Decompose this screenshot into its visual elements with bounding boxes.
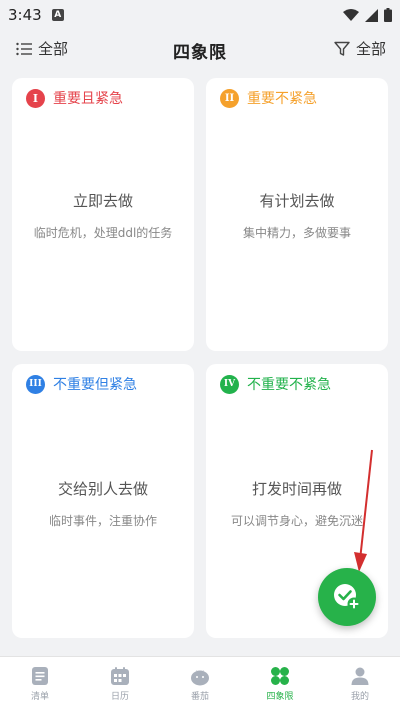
nav-item-tomato[interactable]: 番茄 (160, 657, 240, 710)
tomato-icon (191, 669, 209, 685)
check-add-icon (334, 584, 361, 611)
signal-icon (365, 8, 378, 22)
app-notification-icon: A (51, 9, 64, 21)
list-filter-label: 全部 (38, 40, 69, 58)
nav-item-profile[interactable]: 我的 (320, 657, 400, 710)
list-icon (32, 666, 48, 685)
quadrant-hint: 临时危机，处理ddl的任务 (33, 226, 173, 240)
quadrant-header: II 重要不紧急 (220, 88, 317, 108)
filter-button[interactable]: 全部 (334, 38, 386, 59)
status-time: 3:43 (8, 6, 42, 24)
roman-numeral-badge: IV (220, 374, 239, 394)
nav-item-four-quadrant[interactable]: 四象限 (240, 657, 320, 710)
quadrant-action: 交给别人去做 (57, 480, 148, 498)
status-icons (343, 8, 392, 22)
quadrant-header: I 重要且紧急 (26, 88, 123, 108)
nav-label: 我的 (350, 691, 369, 702)
quadrant-hint: 临时事件，注重协作 (48, 514, 157, 528)
quadrant-title: 重要不紧急 (247, 91, 317, 107)
annotation-arrow (354, 449, 373, 572)
list-menu-icon (16, 42, 32, 55)
status-bar: 3:43 A (0, 0, 400, 30)
wifi-icon (343, 8, 359, 21)
roman-numeral-badge: I (26, 88, 45, 108)
list-filter-button[interactable]: 全部 (16, 38, 68, 59)
quadrant-not-important-urgent[interactable]: III 不重要但紧急 交给别人去做 临时事件，注重协作 (12, 364, 194, 638)
nav-label: 番茄 (190, 691, 209, 702)
quadrant-action: 有计划去做 (259, 192, 335, 210)
nav-label: 清单 (30, 691, 49, 702)
quadrant-title: 不重要不紧急 (247, 377, 331, 393)
roman-numeral-badge: III (26, 374, 45, 394)
filter-icon (334, 41, 350, 56)
bottom-navigation: 清单 日历 番茄 四象限 我的 (0, 656, 400, 710)
add-task-button[interactable] (318, 568, 376, 626)
quadrant-header: IV 不重要不紧急 (220, 374, 331, 394)
quadrant-action: 立即去做 (72, 192, 133, 210)
roman-numeral-badge: II (220, 88, 239, 108)
quadrant-header: III 不重要但紧急 (26, 374, 137, 394)
nav-label: 四象限 (266, 691, 294, 702)
calendar-icon (111, 666, 129, 685)
nav-item-list[interactable]: 清单 (0, 657, 80, 710)
quadrant-title: 不重要但紧急 (53, 377, 137, 393)
page-title: 四象限 (173, 42, 227, 63)
battery-icon (384, 8, 392, 22)
quadrant-hint: 集中精力，多做要事 (242, 226, 351, 240)
quadrant-important-not-urgent[interactable]: II 重要不紧急 有计划去做 集中精力，多做要事 (206, 78, 388, 351)
quadrant-title: 重要且紧急 (53, 91, 123, 107)
nav-item-calendar[interactable]: 日历 (80, 657, 160, 710)
top-header: 全部 四象限 全部 (0, 30, 400, 70)
quadrant-important-urgent[interactable]: I 重要且紧急 立即去做 临时危机，处理ddl的任务 (12, 78, 194, 351)
nav-label: 日历 (110, 691, 129, 702)
profile-icon (351, 667, 369, 685)
four-quadrant-icon (271, 666, 289, 685)
filter-label: 全部 (355, 40, 386, 58)
